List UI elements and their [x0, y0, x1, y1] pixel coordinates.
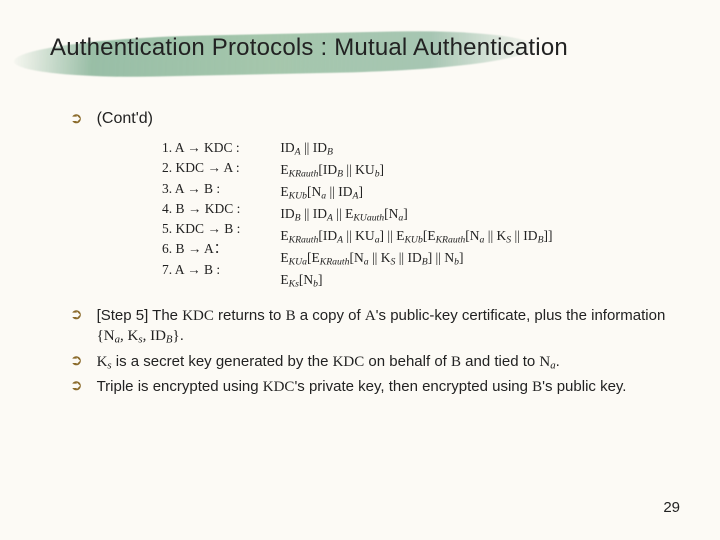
step-label: 7. A → B : — [162, 260, 240, 280]
note-row: ➲ [Step 5] The KDC returns to B a copy o… — [70, 306, 670, 348]
note-text: Ks is a secret key generated by the KDC … — [97, 352, 560, 373]
step-message: IDA || IDB — [280, 138, 552, 160]
steps-right-column: IDA || IDBEKRauth[IDB || KUb]EKUb[Na || … — [280, 138, 552, 292]
steps-left-column: 1. A → KDC :2. KDC → A :3. A → B :4. B →… — [162, 138, 240, 292]
slide: Authentication Protocols : Mutual Authen… — [0, 0, 720, 540]
step-label: 1. A → KDC : — [162, 138, 240, 158]
note-row: ➲ Triple is encrypted using KDC's privat… — [70, 377, 670, 397]
bullet-icon: ➲ — [70, 377, 83, 395]
slide-body: ➲ (Cont'd) 1. A → KDC :2. KDC → A :3. A … — [70, 110, 670, 397]
step-label: 3. A → B : — [162, 179, 240, 199]
step-label: 5. KDC → B : — [162, 219, 240, 239]
bullet-icon: ➲ — [70, 352, 83, 370]
protocol-steps: 1. A → KDC :2. KDC → A :3. A → B :4. B →… — [162, 138, 670, 292]
step-message: EKs[Nb] — [280, 270, 552, 292]
note-text: Triple is encrypted using KDC's private … — [97, 377, 627, 397]
notes-list: ➲ [Step 5] The KDC returns to B a copy o… — [70, 306, 670, 397]
slide-title: Authentication Protocols : Mutual Authen… — [50, 34, 670, 62]
contd-row: ➲ (Cont'd) — [70, 110, 670, 128]
page-number: 29 — [663, 499, 680, 516]
step-message: EKUa[EKRauth[Na || KS || IDB] || Nb] — [280, 248, 552, 270]
contd-label: (Cont'd) — [97, 110, 153, 128]
bullet-icon: ➲ — [70, 110, 83, 128]
note-text: [Step 5] The KDC returns to B a copy of … — [97, 306, 670, 348]
step-label: 6. B → A： — [162, 239, 240, 259]
bullet-icon: ➲ — [70, 306, 83, 324]
step-label: 4. B → KDC : — [162, 199, 240, 219]
step-message: EKRauth[IDA || KUa] || EKUb[EKRauth[Na |… — [280, 226, 552, 248]
step-message: IDB || IDA || EKUauth[Na] — [280, 204, 552, 226]
step-message: EKRauth[IDB || KUb] — [280, 160, 552, 182]
step-message: EKUb[Na || IDA] — [280, 182, 552, 204]
step-label: 2. KDC → A : — [162, 158, 240, 178]
note-row: ➲ Ks is a secret key generated by the KD… — [70, 352, 670, 373]
